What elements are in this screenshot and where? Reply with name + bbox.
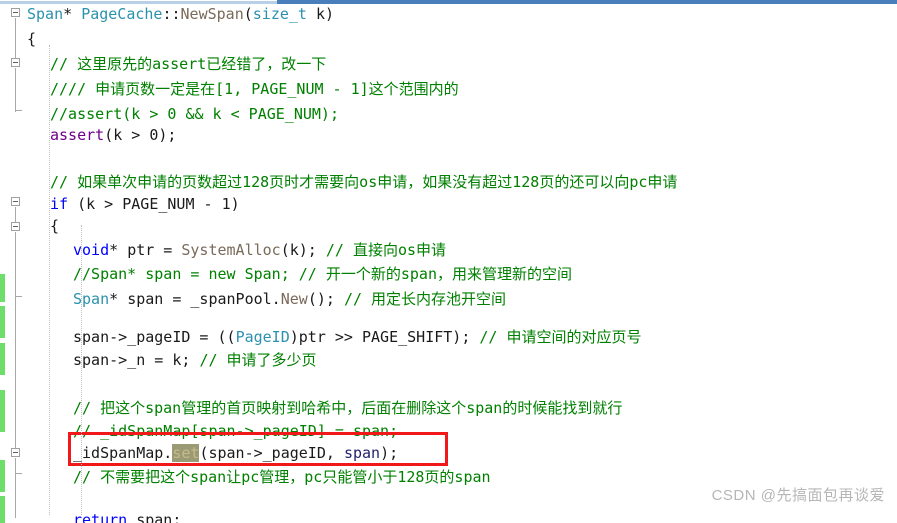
code-token-plain: (k > PAGE_NUM - [68,195,222,213]
code-token-comment: // 如果单次申请的页数超过128页时才需要向os申请，如果没有超过128页的还… [50,173,678,191]
code-token-plain: span [127,511,173,523]
code-token-punc: :: [162,5,181,23]
code-token-punc: ); [380,444,399,462]
code-text-area[interactable]: Span* PageCache::NewSpan(size_t k){// 这里… [27,5,897,523]
code-token-comment: // _idSpanMap[span->_pageID] = span; [73,422,399,440]
code-token-comment: // 这里原先的assert已经错了，改一下 [50,55,327,73]
fold-end-tick [15,473,22,474]
code-line[interactable]: //Span* span = new Span; // 开一个新的span，用来… [73,262,572,287]
code-token-punc: ( [243,5,253,23]
fold-connector-line [15,232,16,450]
code-line[interactable]: span->_n = k; // 申请了多少页 [73,348,317,373]
code-token-kw: if [50,195,69,213]
code-token-fn: SystemAlloc [181,241,281,259]
collapse-region-icon[interactable] [11,197,20,206]
code-token-type: Span [73,290,110,308]
indent-guide [49,45,51,515]
code-token-comment: // 直接向os申请 [325,241,447,259]
code-token-comment: //// 申请页数一定是在[1, PAGE_NUM - 1]这个范围内的 [50,80,459,98]
code-line[interactable]: span->_pageID = ((PageID)ptr >> PAGE_SHI… [73,325,642,350]
code-line[interactable]: if (k > PAGE_NUM - 1) [50,192,240,217]
code-token-sel: set [172,444,200,462]
code-token-punc: * [63,5,82,23]
code-token-kw: void [73,241,110,259]
code-token-comment: // 把这个span管理的首页映射到哈希中，后面在删除这个span的时候能找到就… [73,399,623,417]
code-token-macro: assert [50,126,105,144]
code-token-type: Span [27,5,64,23]
code-token-plain: k > [113,126,150,144]
collapse-region-icon[interactable] [11,448,20,457]
code-line[interactable]: assert(k > 0); [50,123,176,148]
collapse-region-icon[interactable] [11,8,20,17]
code-token-fn: NewSpan [180,5,244,23]
code-line[interactable]: Span* PageCache::NewSpan(size_t k) [27,2,334,27]
code-token-comment: //Span* span = new Span; // 开一个新的span，用来… [73,265,572,283]
code-token-punc: (k); [280,241,326,259]
code-token-punc: * [109,241,128,259]
code-line[interactable]: return span; [73,508,181,523]
code-line[interactable]: { [27,27,36,52]
code-folding-gutter[interactable] [5,5,27,523]
indent-guide [81,225,83,515]
code-line[interactable]: _idSpanMap.set(span->_pageID, span); [73,441,398,466]
csdn-watermark: CSDN @先搞面包再谈爱 [711,487,885,504]
code-token-punc: { [50,217,60,235]
code-token-plain: span->_n = k; [73,351,200,369]
collapse-region-icon[interactable] [11,58,20,67]
code-token-type: PageCache [81,5,163,23]
code-token-plain: k [306,5,326,23]
code-token-plain: span->_pageID = (( [73,328,236,346]
code-token-comment: // 用定长内存池开空间 [343,290,507,308]
code-line[interactable]: void* ptr = SystemAlloc(k); // 直接向os申请 [73,238,446,263]
code-token-punc: ); [158,126,177,144]
code-token-punc: ( [104,126,114,144]
code-token-plain: ptr = [127,241,182,259]
code-token-comment: // 申请空间的对应页号 [479,328,642,346]
code-line[interactable]: // 把这个span管理的首页映射到哈希中，后面在删除这个span的时候能找到就… [73,396,622,421]
code-token-ident: span [343,444,381,462]
code-line[interactable]: { [50,214,59,239]
code-token-punc: ) [230,195,240,213]
code-token-punc: ) [325,5,335,23]
code-editor-screenshot: Span* PageCache::NewSpan(size_t k){// 这里… [0,0,897,523]
code-line[interactable]: Span* span = _spanPool.New(); // 用定长内存池开… [73,287,506,312]
collapse-region-icon[interactable] [11,222,20,231]
fold-connector-line [15,458,16,518]
code-token-plain: _idSpanMap. [73,444,173,462]
code-token-comment: // 不需要把这个span让pc管理，pc只能管小于128页的span [73,468,491,486]
code-token-type: PageID [235,328,290,346]
code-token-punc: * [109,290,128,308]
code-token-plain: span = _spanPool. [127,290,281,308]
code-token-punc: { [27,30,37,48]
fold-connector-line [15,207,16,223]
code-token-fn: New [280,290,308,308]
code-line[interactable]: // 这里原先的assert已经错了，改一下 [50,52,326,77]
code-token-plain: )ptr >> PAGE_SHIFT); [289,328,480,346]
code-token-type: size_t [252,5,307,23]
code-token-punc: ; [172,511,182,523]
fold-end-tick [15,110,22,111]
code-token-plain: span->_pageID, [208,444,344,462]
scrollbar-thumb[interactable] [277,0,897,4]
code-token-comment: // 申请了多少页 [199,351,317,369]
code-token-comment: //assert(k > 0 && k < PAGE_NUM); [50,105,339,123]
code-line[interactable]: //// 申请页数一定是在[1, PAGE_NUM - 1]这个范围内的 [50,77,459,102]
code-token-punc: (); [307,290,344,308]
fold-connector-line [15,68,16,112]
code-line[interactable]: // 不需要把这个span让pc管理，pc只能管小于128页的span [73,465,491,490]
code-token-num: 1 [221,195,231,213]
fold-end-tick [15,296,22,297]
